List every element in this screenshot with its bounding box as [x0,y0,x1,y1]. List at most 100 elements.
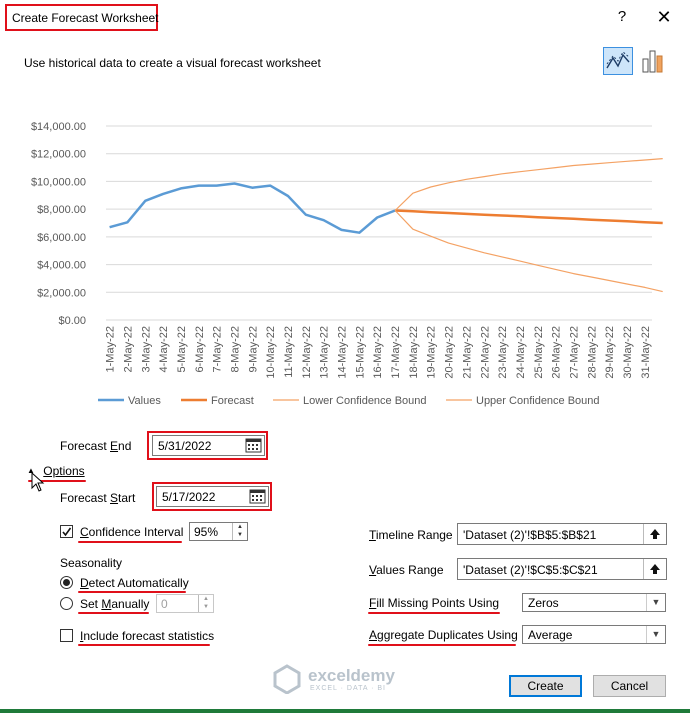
set-manually-label[interactable]: Set Manually [80,597,149,611]
x-tick-label: 13-May-22 [319,326,331,379]
values-range-label: Values Range [369,563,444,577]
x-tick-label: 28-May-22 [586,326,598,379]
window-bottom-edge [0,709,690,713]
detect-automatically-label[interactable]: Detect Automatically [80,576,189,590]
fill-missing-underline [368,612,500,614]
range-collapse-icon[interactable] [643,559,666,579]
forecast-start-label: Forecast Start [60,491,136,505]
x-tick-label: 21-May-22 [461,326,473,379]
confidence-interval-spinner[interactable]: 95% ▲ ▼ [189,522,248,541]
series-line-lower-confidence-bound [394,210,663,293]
timeline-range-value: 'Dataset (2)'!$B$5:$B$21 [463,528,597,542]
forecast-end-date-field[interactable]: 5/31/2022 [152,435,265,456]
line-chart-type-button[interactable] [603,47,633,75]
aggregate-value: Average [528,628,573,642]
window-title: Create Forecast Worksheet [12,11,159,25]
x-tick-label: 25-May-22 [533,326,545,379]
create-button[interactable]: Create [509,675,582,697]
options-label: Options [43,464,85,478]
x-tick-label: 10-May-22 [265,326,277,379]
include-statistics-checkbox[interactable] [60,629,73,642]
x-tick-label: 19-May-22 [426,326,438,379]
spin-up-icon[interactable]: ▲ [233,523,247,531]
values-range-value: 'Dataset (2)'!$C$5:$C$21 [463,563,598,577]
spin-down-icon[interactable]: ▼ [233,531,247,539]
aggregate-label: Aggregate Duplicates Using [369,628,518,642]
legend-label: Forecast [211,395,254,407]
help-button[interactable]: ? [612,6,632,28]
y-tick-label: $4,000.00 [37,260,86,272]
calendar-icon[interactable] [248,488,267,505]
forecast-chart: $0.00 $2,000.00 $4,000.00 $6,000.00 $8,000.0… [31,121,663,407]
close-button[interactable]: ✕ [652,6,676,28]
y-tick-label: $0.00 [58,315,86,327]
include-statistics-label[interactable]: Include forecast statistics [80,629,214,643]
y-tick-label: $6,000.00 [37,232,86,244]
x-tick-label: 15-May-22 [354,326,366,379]
confidence-interval-label[interactable]: Confidence Interval [80,525,183,539]
forecast-end-value: 5/31/2022 [158,439,212,453]
dialog-subtitle: Use historical data to create a visual f… [24,56,321,70]
chevron-down-icon[interactable]: ▼ [646,626,665,643]
checkmark-icon [62,527,72,537]
aggregate-underline [368,644,516,646]
x-tick-label: 18-May-22 [408,326,420,379]
line-chart-icon [606,51,630,69]
aggregate-dropdown[interactable]: Average ▼ [522,625,666,644]
confidence-underline [78,541,182,543]
spin-up-icon[interactable]: ▲ [199,595,213,603]
timeline-range-field[interactable]: 'Dataset (2)'!$B$5:$B$21 [457,523,667,545]
x-tick-label: 14-May-22 [337,326,349,379]
mouse-cursor-icon [31,472,45,492]
x-tick-label: 16-May-22 [372,326,384,379]
x-tick-label: 9-May-22 [247,326,259,372]
watermark-name: exceldemy [308,666,395,685]
confidence-interval-checkbox[interactable] [60,525,73,538]
fill-missing-label: Fill Missing Points Using [369,596,500,610]
set-manually-underline [78,612,149,614]
exceldemy-logo-icon [273,664,301,694]
x-tick-label: 4-May-22 [158,326,170,372]
x-tick-label: 17-May-22 [390,326,402,379]
x-tick-label: 6-May-22 [194,326,206,372]
forecast-start-value: 5/17/2022 [162,490,216,504]
column-chart-type-button[interactable] [640,47,666,75]
x-tick-label: 31-May-22 [640,326,652,379]
x-tick-label: 27-May-22 [568,326,580,379]
x-tick-label: 1-May-22 [105,326,117,372]
x-tick-label: 2-May-22 [122,326,134,372]
x-tick-label: 20-May-22 [444,326,456,379]
timeline-range-label: Timeline Range [369,528,453,542]
up-arrow-icon [650,564,660,574]
detect-underline [78,591,186,593]
x-tick-label: 23-May-22 [497,326,509,379]
forecast-end-label: Forecast End [60,439,132,453]
series-line-values [109,182,396,234]
spin-down-icon[interactable]: ▼ [199,603,213,611]
x-tick-label: 11-May-22 [283,326,295,378]
x-tick-label: 12-May-22 [301,326,313,379]
watermark-tagline: EXCEL · DATA · BI [310,685,386,692]
set-manually-radio[interactable] [60,597,73,610]
cancel-button[interactable]: Cancel [593,675,666,697]
seasonality-manual-spinner[interactable]: 0 ▲ ▼ [156,594,214,613]
x-tick-label: 3-May-22 [140,326,152,372]
y-tick-label: $14,000.00 [31,121,86,133]
seasonality-manual-value: 0 [161,597,168,611]
x-tick-label: 7-May-22 [212,326,224,372]
values-range-field[interactable]: 'Dataset (2)'!$C$5:$C$21 [457,558,667,580]
y-tick-label: $2,000.00 [37,287,86,299]
calendar-icon[interactable] [244,437,263,454]
seasonality-heading: Seasonality [60,556,123,570]
chevron-down-icon[interactable]: ▼ [646,594,665,611]
column-chart-icon [642,50,663,73]
include-statistics-underline [78,644,210,646]
x-tick-label: 30-May-22 [622,326,634,379]
legend-label: Values [128,395,161,407]
detect-automatically-radio[interactable] [60,576,73,589]
fill-missing-dropdown[interactable]: Zeros ▼ [522,593,666,612]
x-tick-label: 24-May-22 [515,326,527,379]
range-collapse-icon[interactable] [643,524,666,544]
x-tick-label: 8-May-22 [229,326,241,372]
forecast-start-date-field[interactable]: 5/17/2022 [156,486,269,507]
